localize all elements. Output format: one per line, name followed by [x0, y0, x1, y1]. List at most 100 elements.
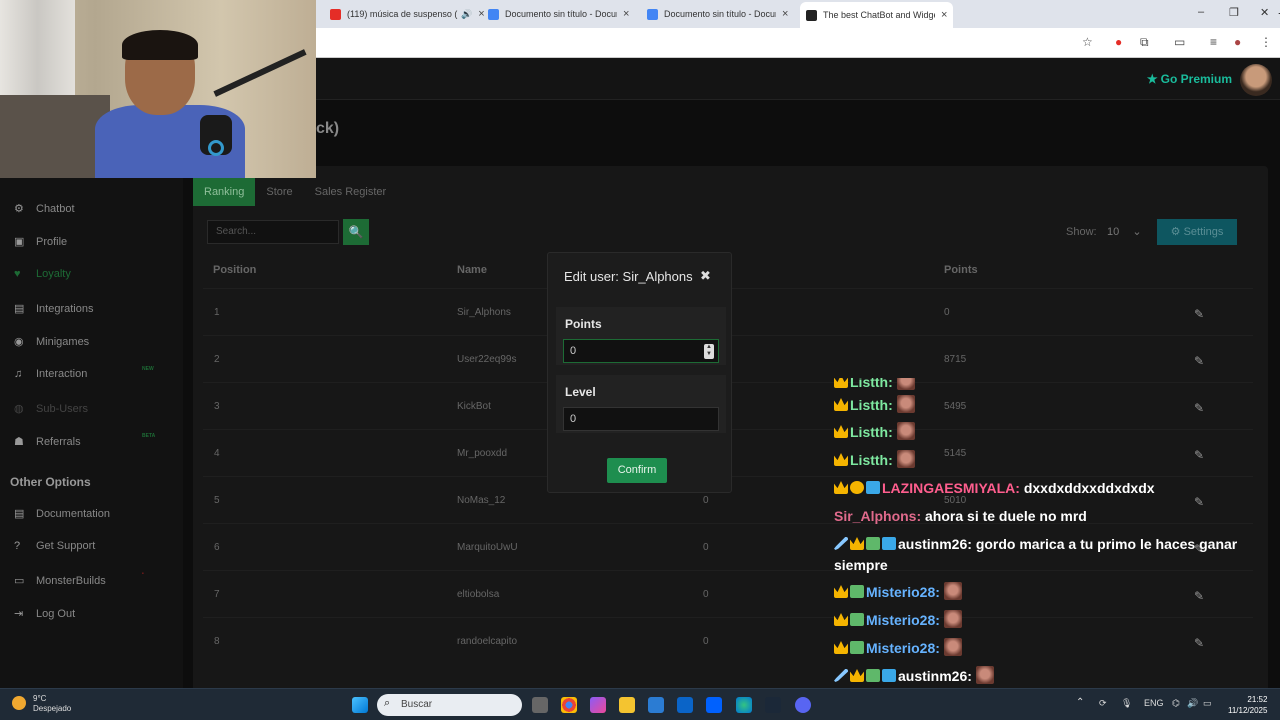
crown-icon: [834, 453, 848, 466]
taskbar-search[interactable]: ⌕ Buscar: [377, 694, 522, 716]
row-name: randoelcapito: [457, 636, 518, 647]
tab-title: Documento sin título - Docum: [505, 9, 617, 19]
weather-widget[interactable]: 9°C Despejado: [12, 694, 71, 714]
sub-badge-icon: [850, 613, 864, 626]
confirm-button[interactable]: Confirm: [607, 458, 667, 483]
browser-tab[interactable]: Documento sin título - Docum ×: [641, 4, 794, 24]
tab-ranking[interactable]: Ranking: [193, 178, 256, 206]
sidebar-item-referrals[interactable]: ☗ Referrals: [14, 435, 81, 449]
sidebar-item-loyalty[interactable]: ♥ Loyalty: [14, 268, 71, 280]
media-control-icon[interactable]: ≡: [1210, 35, 1217, 49]
row-points: 8715: [944, 354, 967, 365]
webcam-overlay: [0, 0, 316, 178]
sidebar-item-get-support[interactable]: ? Get Support: [14, 540, 95, 552]
sub-badge-icon: [866, 537, 880, 550]
sidebar-item-profile[interactable]: ▣ Profile: [14, 235, 67, 249]
chat-username: Listth:: [850, 378, 893, 390]
show-label: Show:: [1066, 226, 1097, 238]
speaker-icon[interactable]: 🔊: [461, 9, 472, 20]
tab-sales-register[interactable]: Sales Register: [304, 178, 398, 206]
temperature: 9°C: [33, 694, 47, 703]
address-bar[interactable]: ☆ ● ⧉ ▭ ≡ ● ⋮: [316, 28, 1280, 58]
tab-close-icon[interactable]: ×: [623, 8, 629, 20]
sidebar-item-interaction[interactable]: ♫ Interaction: [14, 368, 87, 380]
menu-dots-icon[interactable]: ⋮: [1260, 35, 1272, 49]
discord-icon[interactable]: [795, 697, 811, 713]
row-name: Sir_Alphons: [457, 307, 511, 318]
sidebar-item-label: Documentation: [36, 507, 110, 520]
weather-text: Despejado: [33, 704, 72, 713]
user-avatar[interactable]: [1240, 64, 1272, 96]
store-icon[interactable]: [648, 697, 664, 713]
tab-store[interactable]: Store: [255, 178, 303, 206]
browser-tab-bar: (119) música de suspenso ( 🔊 × Documento…: [316, 0, 1280, 28]
tray-overflow-icon[interactable]: ⌃: [1076, 697, 1092, 713]
close-icon[interactable]: ✖: [700, 268, 711, 284]
chrome-icon[interactable]: [561, 697, 577, 713]
chat-message: Misterio28:: [834, 582, 962, 603]
crown-icon: [834, 425, 848, 438]
mail-icon[interactable]: [677, 697, 693, 713]
search-input[interactable]: Search...: [207, 220, 339, 244]
browser-tab[interactable]: (119) música de suspenso ( 🔊 ×: [324, 4, 491, 24]
number-stepper[interactable]: ▲ ▼: [704, 344, 714, 359]
volume-icon[interactable]: 🔊: [1187, 698, 1198, 709]
chat-username: Listth:: [850, 424, 893, 440]
sidebar-item-monsterbuilds[interactable]: ▭ MonsterBuilds: [14, 574, 106, 588]
edit-icon[interactable]: ✎: [1194, 354, 1204, 368]
system-clock[interactable]: 21:52 11/12/2025: [1228, 694, 1267, 716]
sidebar-item-chatbot[interactable]: ⚙ Chatbot: [14, 202, 75, 216]
opera-extension-icon[interactable]: ●: [1115, 35, 1122, 49]
task-view-icon[interactable]: [532, 697, 548, 713]
file-explorer-icon[interactable]: [619, 697, 635, 713]
sidebar-item-label: MonsterBuilds: [36, 574, 106, 587]
points-input[interactable]: 0 ▲ ▼: [563, 339, 719, 363]
chat-message: Listth:: [834, 378, 915, 393]
settings-button[interactable]: ⚙ Settings: [1157, 219, 1237, 245]
restore-button[interactable]: ❐: [1229, 6, 1239, 19]
network-icon[interactable]: ⟳: [1099, 698, 1107, 709]
minimize-button[interactable]: –: [1198, 6, 1204, 18]
webcam-bed: [0, 95, 110, 178]
emote-icon: [943, 582, 962, 600]
sidebar-item-sub-users[interactable]: ◍ Sub-Users: [14, 402, 88, 416]
browser-tab-active[interactable]: The best ChatBot and Widgets ×: [800, 2, 954, 28]
tab-close-icon[interactable]: ×: [782, 8, 788, 20]
windows-start-icon[interactable]: [352, 697, 368, 713]
youtube-icon: [330, 8, 341, 20]
sidebar-item-minigames[interactable]: ◉ Minigames: [14, 335, 89, 349]
tab-close-icon[interactable]: ×: [941, 9, 947, 21]
copilot-icon[interactable]: [590, 697, 606, 713]
steam-icon[interactable]: [765, 697, 781, 713]
language-indicator[interactable]: ENG: [1144, 698, 1164, 708]
sidebar-item-log-out[interactable]: ⇥ Log Out: [14, 607, 75, 621]
dropbox-icon[interactable]: [706, 697, 722, 713]
sub-users-icon: ◍: [14, 403, 24, 415]
emote-icon: [943, 610, 962, 628]
integrations-icon: ▤: [14, 303, 25, 315]
window-close-button[interactable]: ✕: [1260, 6, 1269, 19]
chatbot-icon: ⚙: [14, 203, 24, 215]
edge-icon[interactable]: [736, 697, 752, 713]
row-position: 4: [214, 448, 220, 459]
level-input[interactable]: 0: [563, 407, 719, 431]
moon-weather-icon: [12, 696, 26, 710]
sidebar-item-integrations[interactable]: ▤ Integrations: [14, 302, 93, 316]
cast-icon[interactable]: ▭: [1174, 35, 1185, 49]
go-premium-link[interactable]: ★ Go Premium: [1147, 72, 1232, 86]
microphone-icon[interactable]: 🎙: [1121, 698, 1132, 709]
battery-icon[interactable]: ▭: [1203, 698, 1212, 709]
wifi-icon[interactable]: ⌬: [1172, 698, 1180, 709]
search-button[interactable]: 🔍: [343, 219, 369, 245]
edit-icon[interactable]: ✎: [1194, 307, 1204, 321]
browser-tab[interactable]: Documento sin título - Docum ×: [482, 4, 635, 24]
sidebar-item-label: Sub-Users: [36, 402, 88, 415]
sidebar-item-documentation[interactable]: ▤ Documentation: [14, 507, 110, 521]
show-count-select[interactable]: 10 ⌄: [1107, 221, 1145, 243]
bookmark-star-icon[interactable]: ☆: [1082, 35, 1093, 49]
webcam-person-hair: [122, 30, 198, 60]
site-favicon-icon: [806, 9, 817, 21]
beta-badge: BETA: [142, 433, 156, 439]
extensions-icon[interactable]: ⧉: [1140, 35, 1149, 50]
profile-avatar-icon[interactable]: ●: [1234, 35, 1241, 49]
